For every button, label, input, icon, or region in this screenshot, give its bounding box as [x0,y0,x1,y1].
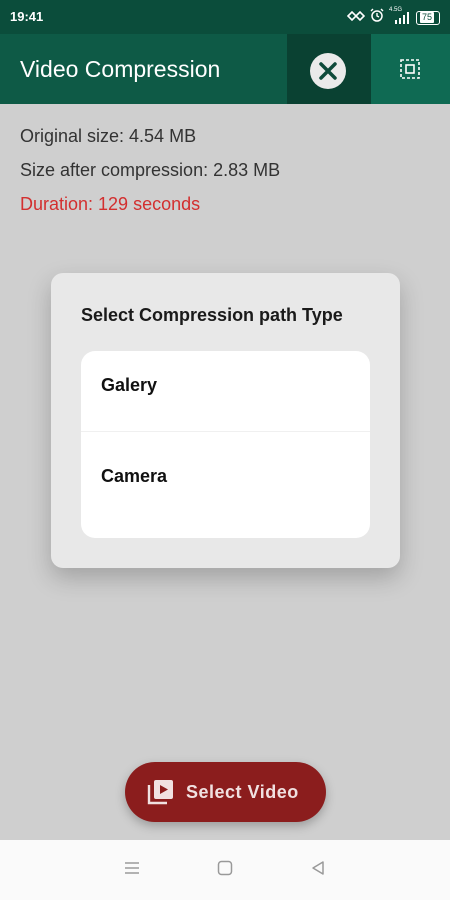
back-nav-button[interactable] [310,860,326,881]
option-label: Camera [101,466,168,486]
divider [81,431,370,432]
battery-icon: 75 [416,10,440,25]
signal-icon: 4.5G [389,7,411,25]
status-bar: 19:41 4.5G 75 [0,0,450,34]
status-icons: 4.5G 75 [346,7,440,27]
menu-nav-button[interactable] [124,860,140,881]
original-size-text: Original size: 4.54 MB [20,126,197,146]
status-time: 19:41 [10,9,44,24]
network-type-label: 4.5G [389,6,403,13]
select-video-label: Select Video [186,782,299,802]
option-camera[interactable]: Camera [81,442,370,530]
compressed-size-text: Size after compression: 2.83 MB [20,160,281,180]
compression-path-dialog: Select Compression path Type Galery Came… [51,273,400,568]
options-list: Galery Camera [81,351,370,538]
menu-icon [125,862,139,874]
home-nav-button[interactable] [217,860,233,881]
close-icon [319,62,337,80]
back-icon [312,861,324,875]
app-title: Video Compression [20,56,221,82]
close-action-area [287,34,371,104]
hotspot-icon [346,9,366,27]
home-icon [217,860,233,876]
app-bar: Video Compression [0,34,450,104]
select-area-icon [400,59,420,79]
option-gallery[interactable]: Galery [81,351,370,439]
battery-level: 75 [420,11,435,23]
select-video-button[interactable]: Select Video [125,762,326,822]
option-label: Galery [101,375,158,395]
close-button[interactable] [310,53,346,89]
alarm-icon [370,8,384,27]
video-library-icon [147,780,173,805]
duration-text: Duration: 129 seconds [20,194,201,214]
dialog-title: Select Compression path Type [81,305,343,325]
select-area-button[interactable] [371,34,450,104]
system-nav-bar [0,840,450,900]
